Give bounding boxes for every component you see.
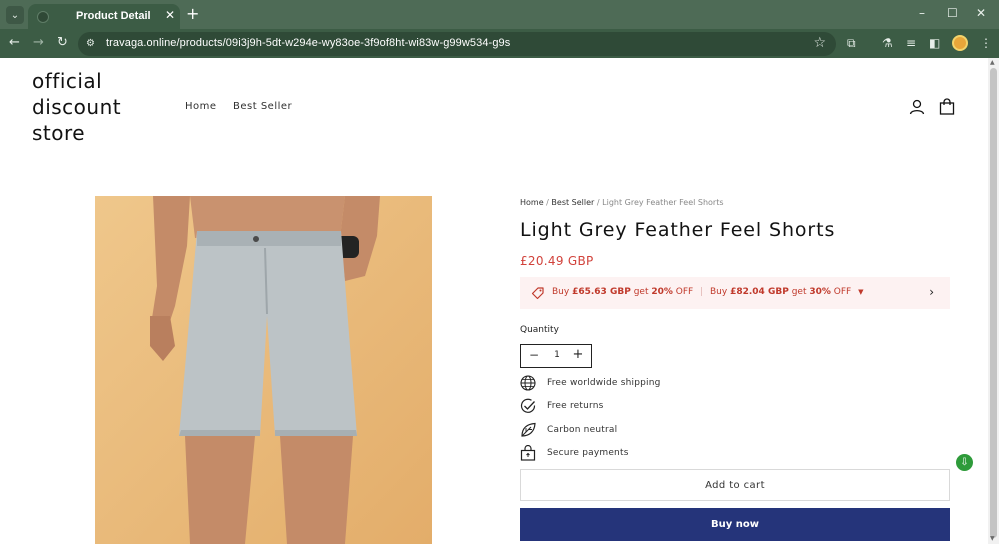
offer-2-suffix: OFF bbox=[833, 287, 852, 297]
browser-tab-strip: ⌄ Product Detail ✕ + – ☐ ✕ bbox=[0, 0, 999, 29]
scroll-up-arrow-icon[interactable]: ▲ bbox=[990, 59, 995, 66]
offer-divider: | bbox=[700, 287, 704, 297]
tab-search-button[interactable]: ⌄ bbox=[6, 6, 24, 24]
price-tag-icon bbox=[531, 287, 544, 300]
side-panel-icon[interactable]: ◧ bbox=[929, 35, 940, 51]
caret-down-icon[interactable]: ▼ bbox=[858, 288, 863, 296]
new-tab-button[interactable]: + bbox=[186, 5, 199, 23]
download-badge-icon[interactable]: ⇩ bbox=[956, 454, 973, 471]
profile-avatar[interactable] bbox=[952, 35, 968, 51]
back-arrow-icon[interactable]: ← bbox=[9, 35, 20, 51]
account-icon[interactable] bbox=[909, 99, 925, 115]
lock-icon bbox=[520, 445, 536, 461]
breadcrumb-best-seller[interactable]: Best Seller bbox=[551, 198, 594, 207]
check-circle-icon bbox=[520, 398, 536, 413]
tab-close-icon[interactable]: ✕ bbox=[165, 8, 175, 22]
breadcrumb-current: Light Grey Feather Feel Shorts bbox=[602, 198, 724, 207]
breadcrumb: Home / Best Seller / Light Grey Feather … bbox=[520, 198, 724, 207]
breadcrumb-home[interactable]: Home bbox=[520, 198, 544, 207]
buy-now-button[interactable]: Buy now bbox=[520, 508, 950, 541]
offer-text: Buy £65.63 GBP get 20% OFF | Buy £82.04 … bbox=[552, 287, 863, 297]
cart-bag-icon[interactable] bbox=[939, 98, 955, 115]
labs-flask-icon[interactable]: ⚗ bbox=[882, 35, 893, 51]
feature-label: Secure payments bbox=[547, 448, 629, 458]
bookmark-star-icon[interactable]: ☆ bbox=[813, 35, 826, 51]
maximize-button[interactable]: ☐ bbox=[947, 6, 958, 20]
volume-discount-banner[interactable]: Buy £65.63 GBP get 20% OFF | Buy £82.04 … bbox=[520, 277, 950, 309]
quantity-stepper: − 1 + bbox=[520, 344, 592, 368]
quantity-decrease-button[interactable]: − bbox=[527, 348, 541, 362]
reading-list-icon[interactable]: ≡ bbox=[906, 35, 916, 51]
product-price: £20.49 GBP bbox=[520, 254, 594, 268]
tab-favicon-icon bbox=[37, 11, 49, 23]
chevron-right-icon[interactable]: › bbox=[929, 285, 934, 299]
browser-toolbar: ← → ↻ ⚙ travaga.online/products/09i3j9h-… bbox=[0, 29, 999, 58]
offer-2-amount: £82.04 GBP bbox=[730, 287, 789, 297]
quantity-increase-button[interactable]: + bbox=[571, 347, 585, 362]
reload-icon[interactable]: ↻ bbox=[57, 35, 68, 51]
url-text[interactable]: travaga.online/products/09i3j9h-5dt-w294… bbox=[106, 37, 510, 49]
offer-2-prefix: Buy bbox=[710, 287, 728, 297]
leaf-icon bbox=[521, 422, 536, 437]
breadcrumb-separator: / bbox=[596, 198, 600, 207]
feature-label: Free worldwide shipping bbox=[547, 378, 661, 388]
breadcrumb-separator: / bbox=[546, 198, 549, 207]
forward-arrow-icon[interactable]: → bbox=[33, 35, 44, 51]
shorts-photo bbox=[95, 196, 432, 544]
page-viewport: official discount store Home Best Seller bbox=[0, 58, 988, 544]
minimize-button[interactable]: – bbox=[919, 6, 925, 20]
offer-1-mid: get bbox=[633, 287, 649, 297]
product-image[interactable] bbox=[95, 196, 432, 544]
offer-1-discount: 20% bbox=[651, 287, 673, 297]
offer-1-suffix: OFF bbox=[675, 287, 694, 297]
add-to-cart-button[interactable]: Add to cart bbox=[520, 469, 950, 501]
close-window-button[interactable]: ✕ bbox=[976, 6, 986, 20]
feature-label: Carbon neutral bbox=[547, 425, 618, 435]
browser-tab[interactable]: Product Detail ✕ bbox=[28, 4, 180, 29]
scroll-down-arrow-icon[interactable]: ▼ bbox=[990, 535, 995, 542]
store-logo[interactable]: official discount store bbox=[32, 68, 162, 146]
browser-menu-icon[interactable]: ⋮ bbox=[980, 35, 992, 51]
address-bar[interactable]: ⚙ travaga.online/products/09i3j9h-5dt-w2… bbox=[78, 32, 836, 56]
nav-link-best-seller[interactable]: Best Seller bbox=[233, 101, 292, 112]
site-info-icon[interactable]: ⚙ bbox=[86, 37, 100, 51]
offer-1-amount: £65.63 GBP bbox=[572, 287, 631, 297]
quantity-input[interactable]: 1 bbox=[545, 350, 569, 360]
product-title: Light Grey Feather Feel Shorts bbox=[520, 219, 836, 241]
globe-icon bbox=[520, 375, 536, 391]
feature-label: Free returns bbox=[547, 401, 604, 411]
extensions-icon[interactable]: ⧉ bbox=[847, 35, 856, 51]
offer-1-prefix: Buy bbox=[552, 287, 570, 297]
offer-2-mid: get bbox=[791, 287, 807, 297]
quantity-label: Quantity bbox=[520, 325, 559, 335]
page-scrollbar[interactable]: ▲ ▼ bbox=[988, 58, 999, 544]
scrollbar-thumb[interactable] bbox=[990, 68, 997, 538]
offer-2-discount: 30% bbox=[809, 287, 831, 297]
nav-link-home[interactable]: Home bbox=[185, 101, 217, 112]
tab-title: Product Detail bbox=[76, 10, 151, 22]
